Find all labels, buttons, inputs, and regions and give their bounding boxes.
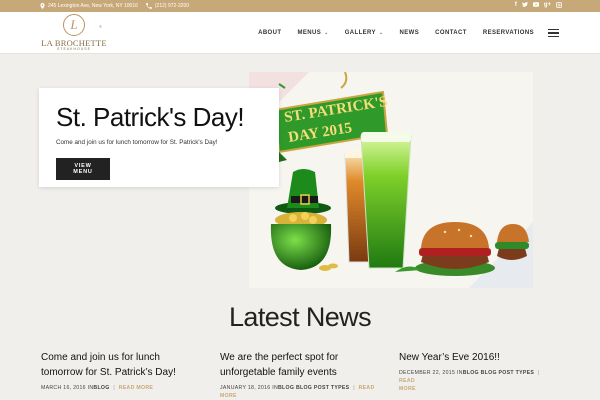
post-title[interactable]: Come and join us for lunch tomorrow for …	[41, 350, 201, 380]
site-header: L ® LA BROCHETTE STEAKHOUSE ABOUT MENUS …	[0, 12, 600, 54]
facebook-icon[interactable]: f	[515, 2, 517, 10]
logo-monogram: L	[63, 14, 85, 36]
google-plus-icon[interactable]: g+	[544, 2, 551, 10]
hero-image: ST. PATRICK'S DAY 2015	[249, 72, 533, 288]
social-links: f g+	[515, 2, 600, 10]
phone-info[interactable]: (212) 972-3200	[146, 3, 189, 9]
post-meta: DECEMBER 22, 2015 INBLOG BLOG POST TYPES…	[399, 370, 540, 392]
logo-tagline: STEAKHOUSE	[57, 47, 91, 51]
news-post: New Year’s Eve 2016!! DECEMBER 22, 2015 …	[399, 350, 559, 393]
address-text: 245 Lexington Ave, New York, NY 10016	[48, 3, 138, 9]
main-nav: ABOUT MENUS ⌄ GALLERY ⌄ NEWS CONTACT RES…	[242, 12, 559, 54]
hero-title: St. Patrick's Day!	[56, 102, 245, 132]
nav-item-reservations[interactable]: RESERVATIONS	[483, 30, 534, 36]
nav-item-about[interactable]: ABOUT	[258, 30, 281, 36]
read-more-link[interactable]: READ	[359, 385, 375, 391]
post-category[interactable]: BLOG	[93, 385, 109, 391]
post-date: DECEMBER 22, 2015	[399, 370, 456, 376]
news-post: Come and join us for lunch tomorrow for …	[41, 350, 201, 392]
address-info: 245 Lexington Ave, New York, NY 10016	[40, 3, 138, 9]
read-more-link[interactable]: READ MORE	[119, 385, 153, 391]
beer-glasses	[344, 132, 412, 269]
phone-text: (212) 972-3200	[154, 3, 190, 9]
post-date: JANUARY 18, 2016	[220, 385, 271, 391]
nav-label: CONTACT	[435, 30, 467, 36]
nav-label: GALLERY	[344, 30, 376, 36]
post-title[interactable]: New Year’s Eve 2016!!	[399, 350, 559, 365]
nav-item-contact[interactable]: CONTACT	[435, 30, 467, 36]
view-menu-button[interactable]: VIEW MENU	[56, 158, 110, 181]
news-post: We are the perfect spot for unforgetable…	[220, 350, 380, 400]
nav-label: ABOUT	[258, 30, 282, 36]
read-more-link-wrap[interactable]: MORE	[399, 386, 416, 392]
logo-registered-mark: ®	[99, 24, 102, 29]
nav-item-news[interactable]: NEWS	[400, 30, 420, 36]
site-logo[interactable]: L ® LA BROCHETTE STEAKHOUSE	[41, 14, 107, 52]
hero-text: Come and join us for lunch tomorrow for …	[56, 139, 218, 147]
twitter-icon[interactable]	[521, 2, 528, 10]
read-more-link-wrap[interactable]: MORE	[220, 393, 237, 399]
nav-label: NEWS	[399, 30, 420, 36]
post-meta: MARCH 16, 2016 INBLOG | READ MORE	[41, 385, 154, 391]
read-more-link[interactable]: READ	[399, 378, 415, 384]
post-meta: JANUARY 18, 2016 INBLOG BLOG POST TYPES …	[220, 385, 375, 399]
post-category[interactable]: BLOG BLOG POST TYPES	[278, 385, 349, 391]
nav-label: RESERVATIONS	[482, 30, 534, 36]
hero-card: St. Patrick's Day! Come and join us for …	[39, 88, 279, 187]
chevron-down-icon: ⌄	[324, 30, 329, 36]
instagram-icon[interactable]	[556, 2, 562, 10]
post-title[interactable]: We are the perfect spot for unforgetable…	[220, 350, 380, 380]
hamburger-menu-icon[interactable]	[548, 28, 559, 38]
latest-news-heading: Latest News	[229, 302, 372, 332]
post-category[interactable]: BLOG BLOG POST TYPES	[463, 370, 534, 376]
nav-item-gallery[interactable]: GALLERY ⌄	[345, 30, 384, 36]
map-pin-icon	[40, 3, 45, 9]
nav-item-menus[interactable]: MENUS ⌄	[297, 30, 328, 36]
chevron-down-icon: ⌄	[378, 30, 384, 36]
post-date: MARCH 16, 2016	[41, 385, 86, 391]
top-info-bar: 245 Lexington Ave, New York, NY 10016 (2…	[0, 0, 600, 12]
nav-label: MENUS	[297, 30, 322, 36]
youtube-icon[interactable]	[532, 2, 539, 10]
phone-icon	[146, 3, 152, 9]
